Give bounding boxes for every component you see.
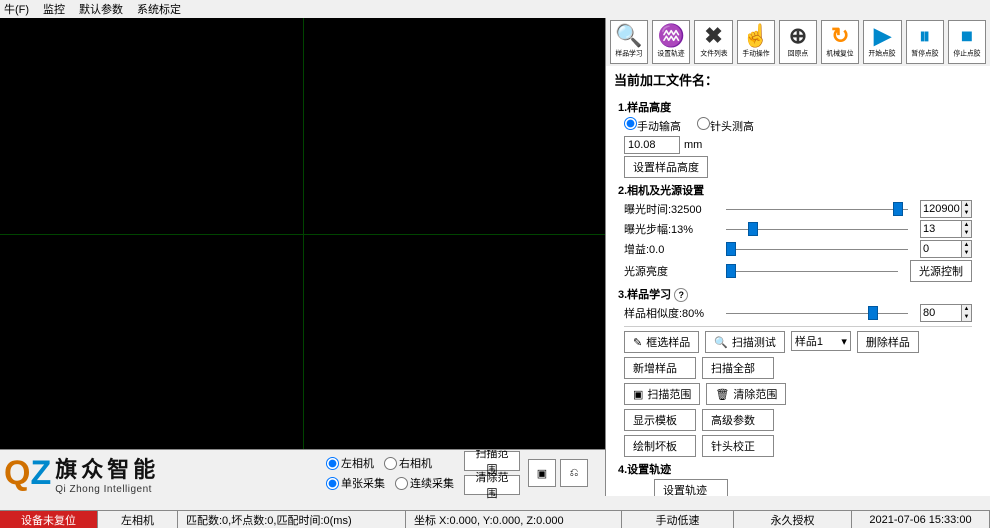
toolbar-label: 样品学习 [616, 49, 643, 58]
radio-continuous-capture[interactable]: 连续采集 [395, 475, 454, 491]
group1-head: 1.样品高度 [618, 99, 972, 115]
clear-icon[interactable]: ⎌ [560, 459, 588, 487]
scan-range-button-2[interactable]: ▣扫描范围 [624, 383, 700, 405]
scan-all-button[interactable]: 扫描全部 [702, 357, 774, 379]
toolbar-btn-8[interactable]: ⏹ 停止点胶 [948, 20, 986, 64]
menu-file[interactable]: 牛(F) [4, 1, 29, 17]
delete-sample-button[interactable]: 删除样品 [857, 331, 919, 353]
status-bar: 设备未复位 左相机 匹配数:0,坏点数:0,匹配时间:0(ms) 坐标 X:0.… [0, 510, 990, 528]
bbox-icon-2: ▣ [633, 388, 643, 401]
menu-system-calib[interactable]: 系统标定 [137, 1, 181, 17]
clear-range-button-2[interactable]: 🗑清除范围 [706, 383, 786, 405]
gain-label: 增益:0.0 [624, 241, 714, 257]
similarity-slider[interactable] [726, 305, 908, 321]
group4-head: 4.设置轨迹 [618, 461, 972, 477]
gain-spin[interactable]: 0▲▼ [920, 240, 972, 258]
radio-single-capture[interactable]: 单张采集 [326, 475, 385, 491]
group3-head: 3.样品学习 ? [618, 286, 972, 302]
toolbar-label: 文件列表 [700, 49, 727, 58]
status-camera: 左相机 [98, 511, 178, 528]
light-control-button[interactable]: 光源控制 [910, 260, 972, 282]
scan-test-button[interactable]: 🔍扫描测试 [705, 331, 785, 353]
set-track-button[interactable]: 设置轨迹 [654, 479, 728, 496]
camera-viewport[interactable] [0, 18, 605, 450]
toolbar-icon: ↻ [831, 25, 849, 47]
status-time: 2021-07-06 15:33:00 [852, 511, 990, 528]
toolbar-btn-3[interactable]: ☝ 手动操作 [737, 20, 775, 64]
toolbar-label: 暂停点胶 [911, 49, 938, 58]
add-sample-button[interactable]: 新增样品 [624, 357, 696, 379]
radio-manual-height[interactable]: 手动输高 [624, 117, 681, 134]
toolbar-btn-0[interactable]: 🔍 样品学习 [610, 20, 648, 64]
exposure-time-spin[interactable]: 120900▲▼ [920, 200, 972, 218]
exposure-step-spin[interactable]: 13▲▼ [920, 220, 972, 238]
toolbar-btn-4[interactable]: ⊕ 回原点 [779, 20, 817, 64]
toolbar-icon: ⏸ [919, 25, 930, 47]
exposure-step-slider[interactable] [726, 221, 908, 237]
toolbar-label: 机械复位 [827, 49, 854, 58]
gain-slider[interactable] [726, 241, 908, 257]
group2-head: 2.相机及光源设置 [618, 182, 972, 198]
status-coord: 坐标 X:0.000, Y:0.000, Z:0.000 [406, 511, 622, 528]
status-speed: 手动低速 [622, 511, 734, 528]
toolbar-icon: 🔍 [615, 25, 642, 47]
show-template-button[interactable]: 显示模板 [624, 409, 696, 431]
toolbar-btn-5[interactable]: ↻ 机械复位 [821, 20, 859, 64]
brand-logo: QZ 旗众智能Qi Zhong Intelligent [0, 452, 320, 495]
toolbar-btn-2[interactable]: ✖ 文件列表 [694, 20, 732, 64]
status-device: 设备未复位 [0, 511, 98, 528]
toolbar-btn-7[interactable]: ⏸ 暂停点胶 [906, 20, 944, 64]
similarity-spin[interactable]: 80▲▼ [920, 304, 972, 322]
similarity-label: 样品相似度:80% [624, 305, 714, 321]
menubar: 牛(F) 监控 默认参数 系统标定 [0, 0, 990, 18]
toolbar-btn-1[interactable]: ♒ 设置轨迹 [652, 20, 690, 64]
toolbar-label: 设置轨迹 [658, 49, 685, 58]
crosshair-v [303, 18, 304, 449]
pencil-icon: ✎ [633, 336, 642, 349]
sample-select[interactable]: 样品1▾ [791, 331, 851, 351]
needle-calib-button[interactable]: 针头校正 [702, 435, 774, 457]
toolbar-icon: ✖ [704, 25, 722, 47]
light-slider[interactable] [726, 263, 898, 279]
menu-default-params[interactable]: 默认参数 [79, 1, 123, 17]
toolbar: 🔍 样品学习 ♒ 设置轨迹 ✖ 文件列表 ☝ 手动操作 ⊕ 回原点 ↻ 机械复位 ▶ 开始点胶 ⏸ 暂停点胶 ⏹… [606, 18, 990, 66]
clear-range-button[interactable]: 清除范围 [464, 475, 520, 495]
exposure-time-slider[interactable] [726, 201, 908, 217]
toolbar-label: 开始点胶 [869, 49, 896, 58]
toolbar-icon: ⏹ [961, 25, 972, 47]
menu-monitor[interactable]: 监控 [43, 1, 65, 17]
trash-icon: 🗑 [715, 388, 729, 401]
radio-right-camera[interactable]: 右相机 [384, 455, 432, 471]
radio-left-camera[interactable]: 左相机 [326, 455, 374, 471]
exposure-time-label: 曝光时间:32500 [624, 201, 714, 217]
box-select-button[interactable]: ✎框选样品 [624, 331, 699, 353]
status-license: 永久授权 [734, 511, 852, 528]
height-unit: mm [684, 139, 702, 151]
make-template-button[interactable]: 绘制坏板 [624, 435, 696, 457]
toolbar-label: 手动操作 [742, 49, 769, 58]
bbox-icon[interactable]: ▣ [528, 459, 556, 487]
toolbar-icon: ♒ [658, 25, 685, 47]
toolbar-label: 回原点 [788, 49, 808, 58]
light-label: 光源亮度 [624, 263, 714, 279]
toolbar-icon: ☝ [742, 25, 769, 47]
toolbar-label: 停止点胶 [953, 49, 980, 58]
status-match: 匹配数:0,坏点数:0,匹配时间:0(ms) [178, 511, 406, 528]
scan-range-button[interactable]: 扫描范围 [464, 451, 520, 471]
height-input[interactable] [624, 136, 680, 154]
toolbar-icon: ⊕ [789, 25, 807, 47]
advanced-params-button[interactable]: 高级参数 [702, 409, 774, 431]
exposure-step-label: 曝光步幅:13% [624, 221, 714, 237]
current-file-label: 当前加工文件名： [606, 66, 990, 93]
toolbar-btn-6[interactable]: ▶ 开始点胶 [863, 20, 901, 64]
set-height-button[interactable]: 设置样品高度 [624, 156, 708, 178]
help-icon[interactable]: ? [674, 288, 688, 302]
toolbar-icon: ▶ [874, 25, 891, 47]
search-icon: 🔍 [714, 336, 728, 349]
radio-needle-height[interactable]: 针头测高 [697, 117, 754, 134]
